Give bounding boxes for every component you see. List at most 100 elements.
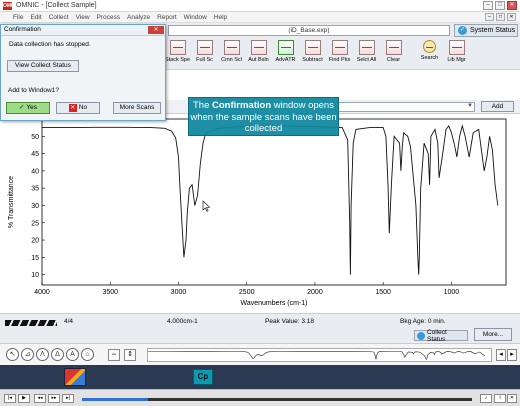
close-button[interactable]: ✕ xyxy=(507,1,517,10)
end-icon[interactable]: ▸| xyxy=(62,394,74,403)
pointer-tool-icon[interactable]: ↖ xyxy=(6,348,19,361)
tool-find-peaks[interactable]: Find Pks xyxy=(328,40,351,67)
menu-collect[interactable]: Collect xyxy=(49,14,69,21)
plot-frame xyxy=(41,118,507,286)
subtract-icon xyxy=(304,40,321,55)
dialog-prompt: Add to Window1? xyxy=(8,87,59,94)
dialog-close-button[interactable]: ✕ xyxy=(148,26,164,34)
menu-file[interactable]: File xyxy=(13,14,23,21)
x-axis-label: Wavenumbers (cm-1) xyxy=(240,300,307,307)
system-status-button[interactable]: ✓ System Status xyxy=(454,24,518,37)
dialog-message: Data collection has stopped. xyxy=(9,41,91,48)
scroll-left-icon[interactable]: ◂ xyxy=(496,349,506,361)
x-ticks: 4000 3500 3000 2500 2000 1500 1000 xyxy=(34,282,459,296)
x-tick-label: 3000 xyxy=(171,289,187,296)
tool-auto-baseline[interactable]: Aut Bsln xyxy=(247,40,270,67)
scroll-right-icon[interactable]: ▸ xyxy=(507,349,517,361)
tool-search[interactable]: Search xyxy=(418,40,441,67)
captivate-taskbar-icon[interactable]: Cp xyxy=(193,369,213,385)
y-tick-label: 45 xyxy=(31,151,39,158)
system-status-label: System Status xyxy=(470,27,516,34)
playback-progress-fill xyxy=(82,398,149,401)
y-tick-label: 30 xyxy=(31,203,39,210)
play-icon[interactable]: ▶ xyxy=(18,394,30,403)
tool-label: Cmn Scl xyxy=(221,57,242,63)
tool-label: Selct All xyxy=(356,57,377,63)
forward-icon[interactable]: ▸▸ xyxy=(48,394,60,403)
volume-icon[interactable]: ♪ xyxy=(480,394,492,403)
library-manager-icon xyxy=(448,40,465,55)
tool-select-all[interactable]: Selct All xyxy=(355,40,378,67)
playback-progress[interactable] xyxy=(82,398,472,401)
collect-status-icon xyxy=(417,331,425,340)
peak-height-tool-icon[interactable]: Λ xyxy=(36,348,49,361)
title-bar: OMNIC OMNIC - [Collect Sample] – □ ✕ xyxy=(0,0,520,12)
doc-minimize-button[interactable]: – xyxy=(485,13,494,21)
menu-analyze[interactable]: Analyze xyxy=(127,14,150,21)
add-button[interactable]: Add xyxy=(481,101,514,112)
yes-button[interactable]: ✓ Yes xyxy=(6,102,50,114)
view-collect-status-button[interactable]: View Collect Status xyxy=(7,60,79,72)
exit-icon[interactable]: ✕ xyxy=(507,394,517,403)
spectrum-chart[interactable]: 10 15 20 25 30 35 40 45 50 4000 3500 3000 2500 2000 1… xyxy=(0,115,520,313)
adv-atr-icon xyxy=(277,40,294,55)
window-select-dropdown[interactable] xyxy=(335,102,475,112)
menu-window[interactable]: Window xyxy=(184,14,207,21)
mouse-cursor-icon xyxy=(202,200,211,212)
tool-common-scale[interactable]: Cmn Scl xyxy=(220,40,243,67)
y-tick-label: 20 xyxy=(31,238,39,245)
spectrum-overview[interactable] xyxy=(147,348,492,362)
x-tick-label: 2000 xyxy=(307,289,323,296)
doc-close-button[interactable]: ✕ xyxy=(507,13,516,21)
expand-y-icon[interactable]: ⇕ xyxy=(124,349,136,361)
collect-status-label: Collect Status xyxy=(426,328,447,343)
collect-status-button[interactable]: Collect Status xyxy=(414,328,468,343)
scan-progress-icon xyxy=(5,320,57,326)
spectrum-svg: 10 15 20 25 30 35 40 45 50 4000 3500 3000 2500 2000 1… xyxy=(8,118,507,307)
tool-label: Subtract xyxy=(302,57,323,63)
tool-label: Full Sc xyxy=(196,57,213,63)
tutorial-callout: The Confirmation window opens when the s… xyxy=(188,97,339,136)
label-tool-icon[interactable]: A xyxy=(66,348,79,361)
y-tick-label: 40 xyxy=(31,168,39,175)
expand-x-icon[interactable]: ⇔ xyxy=(108,349,120,361)
x-tick-label: 1500 xyxy=(375,289,391,296)
doc-restore-button[interactable]: □ xyxy=(496,13,505,21)
tool-library-manager[interactable]: Lib Mgr xyxy=(445,40,468,67)
y-tick-label: 25 xyxy=(31,220,39,227)
confirmation-dialog: Confirmation ✕ Data collection has stopp… xyxy=(0,24,166,121)
window-controls: – □ ✕ xyxy=(483,1,517,10)
status-bar: 4/4 4.000cm-1 Peak Value: 3.18 Bkg Age: … xyxy=(0,313,520,343)
back-icon[interactable]: ◂◂ xyxy=(34,394,46,403)
minimize-button[interactable]: – xyxy=(483,1,493,10)
no-button[interactable]: ✕ No xyxy=(56,102,100,114)
more-scans-button[interactable]: More Scans xyxy=(113,102,161,114)
x-tick-label: 2500 xyxy=(239,289,255,296)
maximize-button[interactable]: □ xyxy=(495,1,505,10)
tool-subtract[interactable]: Subtract xyxy=(301,40,324,67)
tool-label: Aut Bsln xyxy=(248,57,269,63)
tool-stack-spectra[interactable]: Stack Spe xyxy=(164,40,191,67)
tool-adv-atr[interactable]: AdvATR xyxy=(274,40,297,67)
annotation-tool-icon[interactable]: ⌂ xyxy=(81,348,94,361)
menu-edit[interactable]: Edit xyxy=(30,14,41,21)
tool-full-scale[interactable]: Full Sc xyxy=(193,40,216,67)
x-tick-label: 4000 xyxy=(34,289,50,296)
rewind-icon[interactable]: |◂ xyxy=(4,394,16,403)
tool-label: Lib Mgr xyxy=(447,57,466,63)
region-tool-icon[interactable]: ⊿ xyxy=(21,348,34,361)
menu-help[interactable]: Help xyxy=(214,14,227,21)
tool-clear[interactable]: Clear xyxy=(382,40,405,67)
experiment-file-box[interactable]: (iD_Base.exp) xyxy=(168,25,450,36)
menu-report[interactable]: Report xyxy=(157,14,177,21)
stack-spectra-icon xyxy=(169,40,186,55)
info-icon[interactable]: i xyxy=(494,394,506,403)
tool-label: Stack Spe xyxy=(164,57,191,63)
peak-area-tool-icon[interactable]: Δ xyxy=(51,348,64,361)
common-scale-icon xyxy=(223,40,240,55)
omnic-taskbar-icon[interactable] xyxy=(64,368,86,386)
auto-baseline-icon xyxy=(250,40,267,55)
menu-view[interactable]: View xyxy=(76,14,90,21)
menu-process[interactable]: Process xyxy=(97,14,120,21)
more-button[interactable]: More... xyxy=(474,328,512,341)
